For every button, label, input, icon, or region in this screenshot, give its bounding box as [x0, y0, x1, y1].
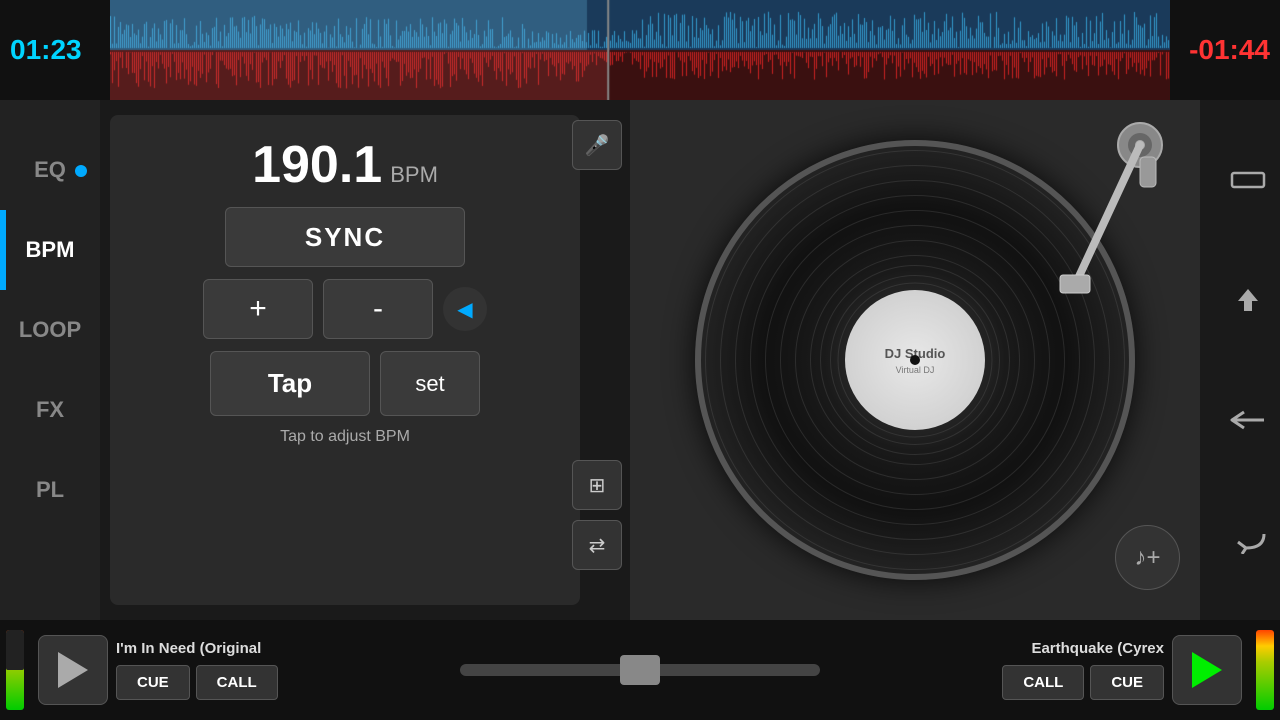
- left-track-info: I'm In Need (Original CUE CALL: [116, 640, 316, 700]
- right-icon-back[interactable]: [1223, 278, 1273, 323]
- left-cue-button[interactable]: CUE: [116, 665, 190, 700]
- right-level-meter: [1256, 630, 1274, 710]
- bpm-plus-button[interactable]: +: [203, 279, 313, 339]
- bpm-unit: BPM: [390, 162, 438, 188]
- right-sidebar: [1215, 100, 1280, 620]
- plus-minus-row: + - ◀: [203, 279, 487, 339]
- sidebar-item-fx[interactable]: FX: [0, 370, 100, 450]
- right-back-arrow-button[interactable]: [1223, 518, 1273, 563]
- music-button[interactable]: ♪+: [1115, 525, 1180, 590]
- right-play-icon: [1192, 652, 1222, 688]
- right-track-info: Earthquake (Cyrex CALL CUE: [964, 640, 1164, 700]
- bpm-value: 190.1: [252, 135, 382, 195]
- shuffle-button[interactable]: ⇄: [572, 520, 622, 570]
- right-cue-button[interactable]: CUE: [1090, 665, 1164, 700]
- slider-dot: [75, 165, 87, 177]
- time-left: 01:23: [10, 34, 82, 66]
- sidebar-item-bpm[interactable]: BPM: [0, 210, 100, 290]
- tap-button[interactable]: Tap: [210, 351, 370, 416]
- vinyl-sublabel: Virtual DJ: [896, 365, 935, 375]
- bpm-minus-button[interactable]: -: [323, 279, 433, 339]
- right-track-name: Earthquake (Cyrex: [1031, 640, 1164, 657]
- turntable-area: DJ Studio Virtual DJ ♪+: [630, 100, 1200, 620]
- right-play-button[interactable]: [1172, 635, 1242, 705]
- left-play-icon: [58, 652, 88, 688]
- crossfader-thumb[interactable]: [620, 655, 660, 685]
- crossfader-track[interactable]: [460, 664, 820, 676]
- music-note-icon: ♪+: [1134, 544, 1160, 572]
- sync-button[interactable]: SYNC: [225, 207, 465, 267]
- vinyl-label: DJ Studio Virtual DJ: [845, 290, 985, 430]
- tonearm: [1045, 115, 1175, 325]
- bpm-back-button[interactable]: ◀: [443, 287, 487, 331]
- right-track-buttons: CALL CUE: [1002, 665, 1164, 700]
- left-play-button[interactable]: [38, 635, 108, 705]
- right-icon-rect[interactable]: [1223, 158, 1273, 203]
- waveform-container: 01:23 -01:44: [0, 0, 1280, 100]
- left-track-name: I'm In Need (Original: [116, 640, 261, 657]
- left-call-button[interactable]: CALL: [196, 665, 278, 700]
- set-button[interactable]: set: [380, 351, 480, 416]
- mic-icon: 🎤: [585, 133, 610, 158]
- sidebar-item-loop[interactable]: LOOP: [0, 290, 100, 370]
- bottom-bar: I'm In Need (Original CUE CALL Earthquak…: [0, 620, 1280, 720]
- left-level-meter: [6, 630, 24, 710]
- waveform-canvas[interactable]: [110, 0, 1170, 100]
- mic-button[interactable]: 🎤: [572, 120, 622, 170]
- grid-icon: ⊞: [589, 473, 606, 498]
- shuffle-icon: ⇄: [589, 533, 606, 558]
- time-right: -01:44: [1189, 34, 1270, 66]
- tap-set-row: Tap set: [210, 351, 480, 416]
- tap-hint: Tap to adjust BPM: [280, 428, 410, 446]
- vinyl-center-hole: [910, 355, 920, 365]
- right-nav-back-button[interactable]: [1223, 398, 1273, 443]
- right-panel-buttons: 🎤 ⊞ ⇄: [572, 115, 622, 605]
- bpm-panel: 190.1 BPM SYNC + - ◀ Tap set Tap to adju…: [110, 115, 580, 605]
- sidebar-item-pl[interactable]: PL: [0, 450, 100, 530]
- grid-button[interactable]: ⊞: [572, 460, 622, 510]
- left-track-buttons: CUE CALL: [116, 665, 278, 700]
- bpm-display: 190.1 BPM: [252, 135, 438, 195]
- crossfader-area: [316, 664, 964, 676]
- left-sidebar: EQ BPM LOOP FX PL: [0, 100, 100, 620]
- right-call-button[interactable]: CALL: [1002, 665, 1084, 700]
